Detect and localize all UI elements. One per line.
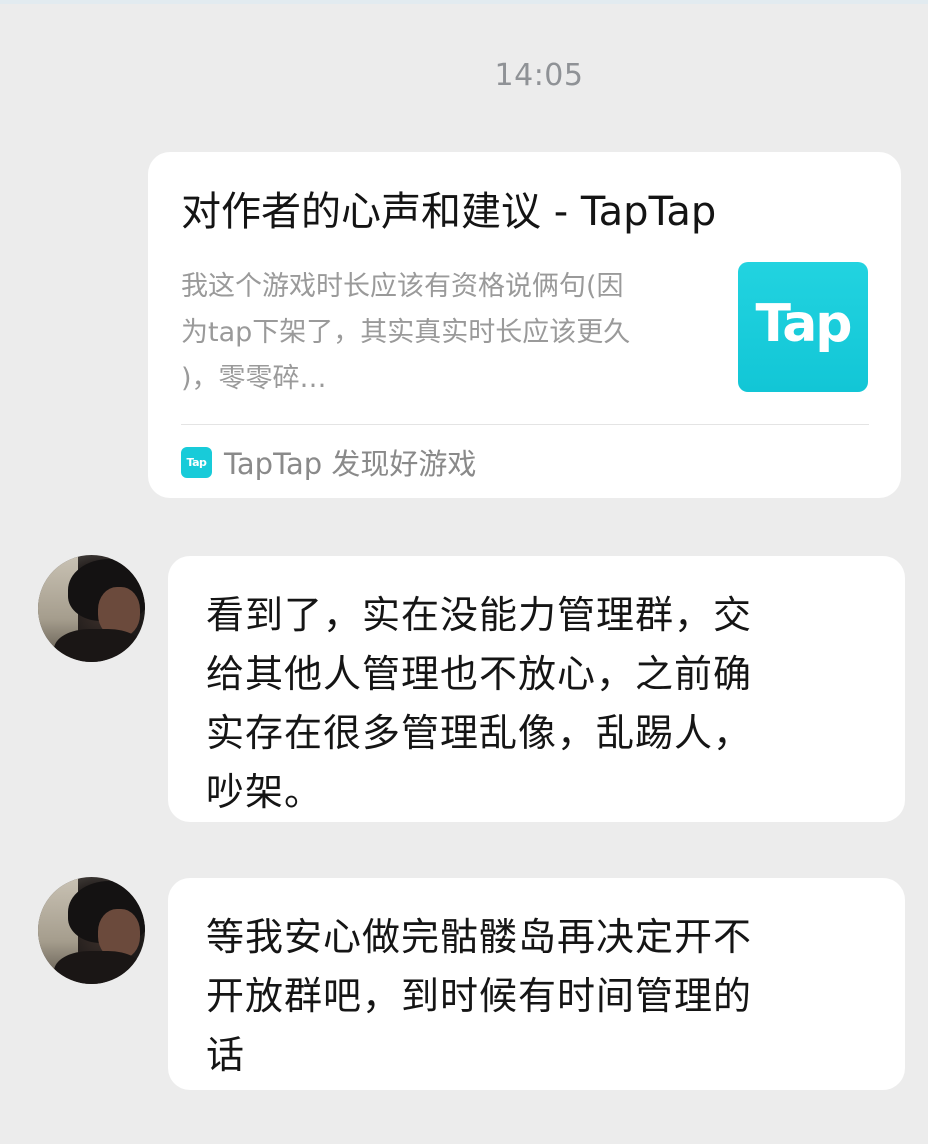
card-source-name: TapTap 发现好游戏 (224, 447, 477, 481)
message-text-line: 话 (206, 1033, 246, 1077)
message-text-line: 开放群吧，到时候有时间管理的 (206, 974, 753, 1018)
avatar-body (54, 951, 144, 984)
link-share-card[interactable]: 对作者的心声和建议 - TapTap 我这个游戏时长应该有资格说俩句(因 为ta… (148, 152, 901, 498)
card-description-line: 我这个游戏时长应该有资格说俩句(因 (181, 271, 624, 302)
message-bubble[interactable]: 等我安心做完骷髅岛再决定开不 开放群吧，到时候有时间管理的 话 (168, 878, 905, 1090)
top-edge-line (0, 0, 928, 4)
message-text-line: 给其他人管理也不放心，之前确 (206, 652, 753, 696)
avatar-body (54, 629, 144, 662)
card-title: 对作者的心声和建议 - TapTap (181, 189, 717, 235)
card-description-line: )，零零碎… (181, 363, 327, 394)
card-description-line: 为tap下架了，其实真实时长应该更久 (181, 317, 631, 348)
card-divider (181, 424, 869, 425)
taptap-logo-thumbnail: Tap (738, 262, 868, 392)
message-bubble[interactable]: 看到了，实在没能力管理群，交 给其他人管理也不放心，之前确 实存在很多管理乱像，… (168, 556, 905, 822)
taptap-logo-text: Tap (755, 294, 852, 354)
message-timestamp: 14:05 (494, 58, 584, 93)
avatar[interactable] (38, 877, 145, 984)
taptap-mini-icon: Tap (181, 446, 212, 478)
card-source-row: Tap TapTap 发现好游戏 (181, 442, 476, 482)
message-text-line: 看到了，实在没能力管理群，交 (206, 593, 753, 637)
message-text-line: 实存在很多管理乱像，乱踢人， (206, 711, 753, 755)
avatar[interactable] (38, 555, 145, 662)
card-description: 我这个游戏时长应该有资格说俩句(因 为tap下架了，其实真实时长应该更久 )，零… (181, 264, 726, 402)
message-text-line: 等我安心做完骷髅岛再决定开不 (206, 915, 753, 959)
message-text-line: 吵架。 (206, 770, 324, 814)
taptap-mini-icon-text: Tap (186, 455, 207, 469)
